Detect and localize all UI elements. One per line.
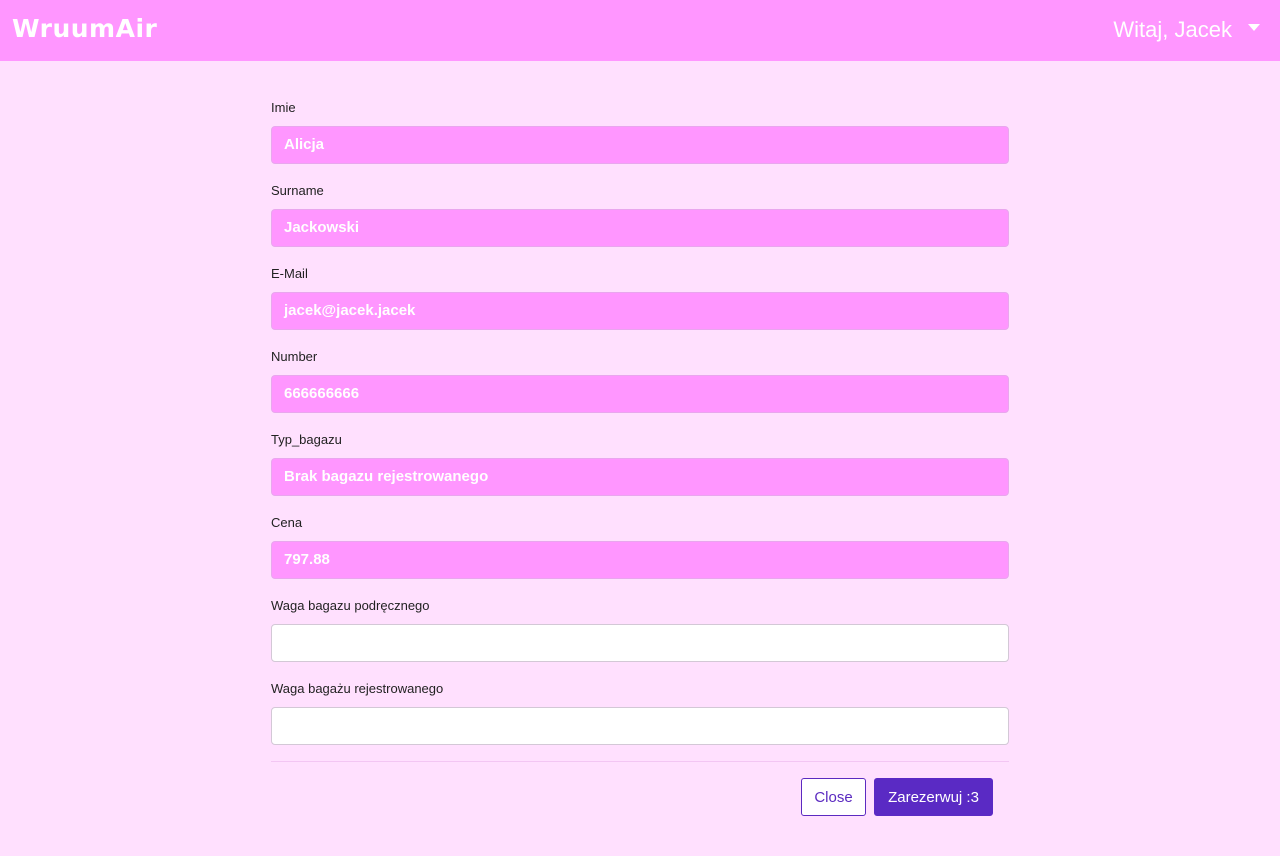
field-surname: Surname Jackowski bbox=[271, 183, 1009, 266]
caret-down-icon[interactable] bbox=[1248, 23, 1260, 31]
price-input[interactable]: 797.88 bbox=[271, 541, 1009, 579]
user-greeting[interactable]: Witaj, Jacek bbox=[1113, 17, 1232, 43]
field-label: Imie bbox=[271, 100, 296, 115]
footer-divider bbox=[271, 761, 1009, 762]
field-baggage-type: Typ_bagazu Brak bagazu rejestrowanego bbox=[271, 432, 1009, 515]
field-label: Surname bbox=[271, 183, 324, 198]
close-button[interactable]: Close bbox=[801, 778, 866, 816]
field-label: Waga bagażu rejestrowanego bbox=[271, 681, 444, 696]
field-imie: Imie Alicja bbox=[271, 100, 1009, 183]
first-name-input[interactable]: Alicja bbox=[271, 126, 1009, 164]
field-label: Waga bagazu podręcznego bbox=[271, 598, 430, 613]
field-label: Number bbox=[271, 349, 318, 364]
carry-on-weight-input[interactable] bbox=[271, 624, 1009, 662]
reservation-form: Imie Alicja Surname Jackowski E-Mail jac… bbox=[271, 100, 1009, 764]
field-carry-on-weight: Waga bagazu podręcznego bbox=[271, 598, 1009, 681]
surname-input[interactable]: Jackowski bbox=[271, 209, 1009, 247]
user-menu-toggle[interactable]: Witaj, Jacek bbox=[1113, 17, 1260, 43]
field-label: E-Mail bbox=[271, 266, 308, 281]
checked-baggage-weight-input[interactable] bbox=[271, 707, 1009, 745]
book-button[interactable]: Zarezerwuj :3 bbox=[874, 778, 993, 816]
field-price: Cena 797.88 bbox=[271, 515, 1009, 598]
field-label: Typ_bagazu bbox=[271, 432, 342, 447]
baggage-type-input[interactable]: Brak bagazu rejestrowanego bbox=[271, 458, 1009, 496]
field-email: E-Mail jacek@jacek.jacek bbox=[271, 266, 1009, 349]
field-checked-weight: Waga bagażu rejestrowanego bbox=[271, 681, 1009, 764]
top-navbar: WruumAir Witaj, Jacek bbox=[0, 0, 1280, 61]
field-number: Number 666666666 bbox=[271, 349, 1009, 432]
email-input[interactable]: jacek@jacek.jacek bbox=[271, 292, 1009, 330]
phone-number-input[interactable]: 666666666 bbox=[271, 375, 1009, 413]
field-label: Cena bbox=[271, 515, 303, 530]
brand-logo[interactable]: WruumAir bbox=[12, 14, 157, 43]
